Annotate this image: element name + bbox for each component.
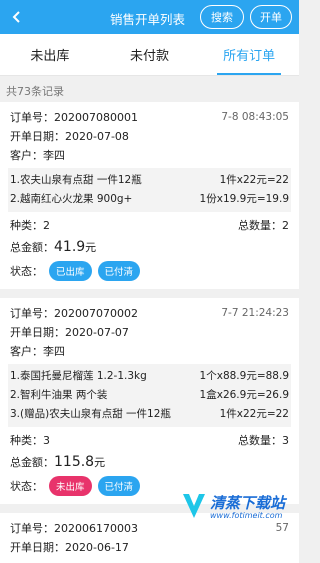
amount-value: 41.9 — [54, 239, 86, 255]
search-button[interactable]: 搜索 — [200, 5, 244, 29]
list-item: 1.农夫山泉有点甜 一件12瓶 1件x22元=22 — [10, 171, 289, 190]
total-quantity: 总数量：3 — [238, 434, 289, 447]
list-item: 3.(赠品)农夫山泉有点甜 一件12瓶 1件x22元=22 — [10, 405, 289, 424]
total-amount: 总金额：41.9元 — [10, 236, 289, 259]
status-badge-shipped: 已出库 — [49, 261, 92, 281]
total-quantity: 总数量：2 — [238, 219, 289, 232]
status-badge-unshipped: 未出库 — [49, 476, 92, 496]
status-label: 状态： — [10, 265, 43, 278]
item-list: 1.泰国托曼尼榴莲 1.2-1.3kg 1个x88.9元=88.9 2.智利牛油… — [8, 364, 291, 427]
order-date: 开单日期：2020-06-17 — [10, 541, 129, 554]
list-item: 1.泰国托曼尼榴莲 1.2-1.3kg 1个x88.9元=88.9 — [10, 367, 289, 386]
watermark-icon — [183, 494, 205, 518]
total-amount: 总金额：115.8元 — [10, 451, 289, 474]
tab-bar: 未出库 未付款 所有订单 — [0, 34, 299, 76]
order-card[interactable]: 订单号：202007080001 7-8 08:43:05 开单日期：2020-… — [0, 102, 299, 289]
status-label: 状态： — [10, 480, 43, 493]
status-row: 状态： 已出库 已付清 — [10, 259, 289, 283]
list-item: 2.智利牛油果 两个装 1盒x26.9元=26.9 — [10, 386, 289, 405]
amount-value: 115.8 — [54, 454, 95, 470]
summary-row: 种类：2 总数量：2 — [10, 216, 289, 236]
order-date: 开单日期：2020-07-08 — [10, 130, 129, 143]
tab-not-shipped[interactable]: 未出库 — [0, 34, 100, 75]
amount-label: 总金额： — [10, 241, 54, 254]
kinds-count: 种类：3 — [10, 434, 50, 447]
item-list: 1.农夫山泉有点甜 一件12瓶 1件x22元=22 2.越南红心火龙果 900g… — [8, 168, 291, 212]
watermark-text: 清蒸下载站 — [210, 493, 286, 512]
order-date: 开单日期：2020-07-07 — [10, 326, 129, 339]
tab-unpaid[interactable]: 未付款 — [100, 34, 200, 75]
order-number-row: 订单号：202007070002 7-7 21:24:23 — [10, 304, 289, 323]
item-price: 1份x19.9元=19.9 — [199, 193, 289, 205]
customer: 客户：李四 — [10, 345, 65, 358]
status-badge-paid: 已付清 — [97, 476, 141, 496]
watermark-logo: 清蒸下载站 www.fotimeit.com — [181, 489, 293, 525]
order-number: 订单号：202007080001 — [10, 111, 138, 124]
item-name: 2.越南红心火龙果 900g+ — [10, 193, 133, 205]
amount-unit: 元 — [94, 456, 106, 469]
create-order-button[interactable]: 开单 — [250, 5, 292, 29]
tab-all-orders[interactable]: 所有订单 — [199, 34, 299, 75]
amount-label: 总金额： — [10, 456, 54, 469]
order-number-row: 订单号：202007080001 7-8 08:43:05 — [10, 108, 289, 127]
kinds-count: 种类：2 — [10, 219, 50, 232]
amount-unit: 元 — [85, 241, 97, 254]
order-card[interactable]: 订单号：202007070002 7-7 21:24:23 开单日期：2020-… — [0, 298, 299, 504]
watermark-url: www.fotimeit.com — [210, 510, 283, 520]
item-price: 1个x88.9元=88.9 — [199, 370, 289, 382]
record-count: 共73条记录 — [6, 85, 64, 98]
back-button[interactable] — [6, 6, 28, 28]
item-name: 2.智利牛油果 两个装 — [10, 389, 108, 401]
order-time: 7-7 21:24:23 — [221, 307, 289, 319]
summary-row: 种类：3 总数量：3 — [10, 431, 289, 451]
item-price: 1盒x26.9元=26.9 — [199, 389, 289, 401]
app-header: 销售开单列表 搜索 开单 — [0, 0, 299, 34]
list-item: 2.越南红心火龙果 900g+ 1份x19.9元=19.9 — [10, 190, 289, 209]
item-name: 1.农夫山泉有点甜 一件12瓶 — [10, 174, 142, 186]
order-time: 7-8 08:43:05 — [221, 111, 289, 123]
order-number: 订单号：202007070002 — [10, 307, 138, 320]
item-price: 1件x22元=22 — [219, 408, 289, 420]
back-arrow-icon — [12, 11, 20, 23]
customer: 客户：李四 — [10, 149, 65, 162]
item-name: 1.泰国托曼尼榴莲 1.2-1.3kg — [10, 370, 147, 382]
item-name: 3.(赠品)农夫山泉有点甜 一件12瓶 — [10, 408, 171, 420]
item-price: 1件x22元=22 — [219, 174, 289, 186]
page-title: 销售开单列表 — [110, 12, 186, 27]
status-badge-paid: 已付清 — [97, 261, 141, 281]
